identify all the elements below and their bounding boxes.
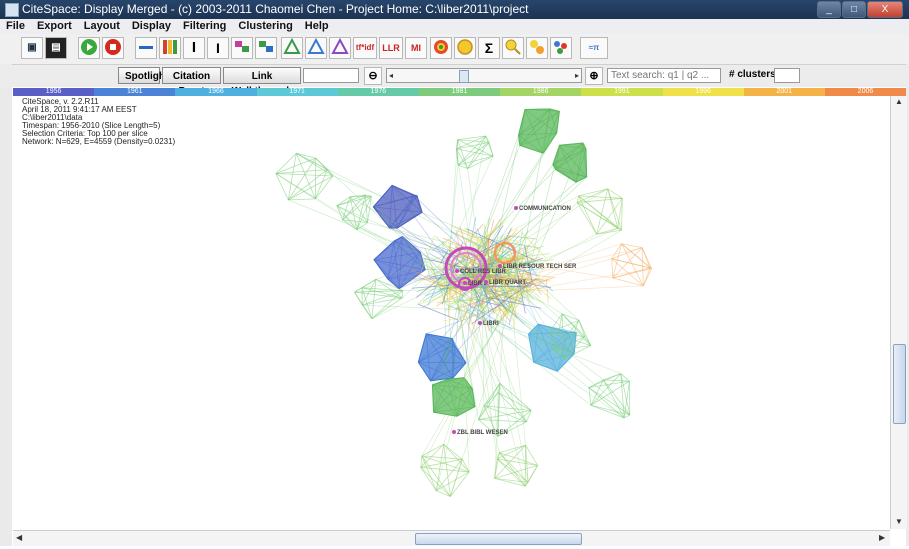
window-title: CiteSpace: Display Merged - (c) 2003-201…: [22, 2, 529, 16]
llr-icon[interactable]: LLR: [379, 37, 403, 59]
zoom-out-icon[interactable]: ⊖: [364, 67, 382, 85]
time-slider[interactable]: ◂ ▸: [386, 68, 582, 83]
timeline-year-1971: 1971: [256, 88, 338, 96]
vertical-scroll-thumb[interactable]: [893, 344, 906, 424]
menu-bar: File Export Layout Display Filtering Clu…: [0, 19, 909, 34]
network-graph[interactable]: COMMUNICATION COLL RES LIBRLIBR RESOUR TE…: [13, 96, 890, 529]
scroll-up-icon[interactable]: ▲: [895, 97, 903, 106]
timeline-year-1991: 1991: [581, 88, 663, 96]
text-search-input[interactable]: [607, 68, 721, 83]
node-label-communication: COMMUNICATION: [519, 206, 571, 212]
line-icon[interactable]: [135, 37, 157, 59]
menu-export[interactable]: Export: [31, 19, 78, 34]
timeline-year-1981: 1981: [418, 88, 501, 96]
clusters-label: # clusters: [729, 69, 776, 80]
horizontal-scroll-thumb[interactable]: [415, 533, 582, 545]
node-label-libr-resour-tech-ser: LIBR RESOUR TECH SER: [503, 264, 577, 270]
blank-field[interactable]: [303, 68, 359, 83]
title-bar: CiteSpace: Display Merged - (c) 2003-201…: [0, 0, 909, 19]
clusters-field[interactable]: [774, 68, 800, 83]
left-panel-edge: [0, 64, 12, 546]
scroll-right-icon[interactable]: ▶: [879, 533, 885, 542]
spectrum-icon[interactable]: ≈π: [580, 37, 608, 59]
slider-left-arrow-icon[interactable]: ◂: [389, 69, 393, 82]
vertical-scrollbar[interactable]: ▲ ▼: [890, 96, 907, 529]
horizontal-scrollbar[interactable]: ◀ ▶: [13, 530, 890, 546]
maximize-icon[interactable]: □: [842, 1, 866, 18]
menu-clustering[interactable]: Clustering: [232, 19, 298, 34]
grid-icon[interactable]: [159, 37, 181, 59]
menu-display[interactable]: Display: [126, 19, 177, 34]
node-dot: [478, 321, 482, 325]
info-text: CiteSpace, v. 2.2.R11 April 18, 2011 9:4…: [22, 98, 175, 146]
menu-file[interactable]: File: [0, 19, 31, 34]
cluster-green-icon[interactable]: [255, 37, 277, 59]
slider-right-arrow-icon[interactable]: ▸: [575, 69, 579, 82]
save-icon[interactable]: ▣: [21, 37, 43, 59]
minimize-icon[interactable]: _: [817, 1, 841, 18]
timeline-year-2001: 2001: [743, 88, 825, 96]
mi-icon[interactable]: MI: [405, 37, 427, 59]
timeline-year-1996: 1996: [662, 88, 744, 96]
window-controls: _ □ X: [817, 1, 903, 18]
app-icon: [5, 3, 19, 17]
scroll-down-icon[interactable]: ▼: [895, 517, 903, 526]
i-beam-icon[interactable]: I: [207, 37, 229, 59]
tfidf-icon[interactable]: tf*idf: [353, 37, 377, 59]
toolbar: ▣ ▤ I I tf*idf LLR MI Σ ≈π: [0, 34, 909, 65]
close-icon[interactable]: X: [867, 1, 903, 18]
play-icon[interactable]: [78, 37, 100, 59]
node-label-libr-quart: LIBR QUART: [489, 280, 526, 286]
control-bar: Spotlight Citation Burst Link Walkthroug…: [0, 65, 909, 97]
network-canvas[interactable]: COMMUNICATION COLL RES LIBR LIBR RESOUR TE…: [13, 96, 890, 529]
cluster-blob: [372, 184, 423, 229]
menu-layout[interactable]: Layout: [78, 19, 126, 34]
triangle-blue-icon[interactable]: [305, 37, 327, 59]
node-dot: [498, 264, 502, 268]
dots-icon[interactable]: [550, 37, 572, 59]
timeline-year-1976: 1976: [337, 88, 419, 96]
sigma-icon[interactable]: Σ: [478, 37, 500, 59]
node-label-coll-res-libr: COLL RES LIBR: [460, 269, 507, 275]
node-label-libri: LIBRI: [483, 321, 499, 327]
node-dot: [484, 280, 488, 284]
spotlight-button[interactable]: Spotlight: [118, 67, 168, 84]
ring-icon[interactable]: [430, 37, 452, 59]
timeline-year-1961: 1961: [94, 88, 176, 96]
node-dot: [455, 269, 459, 273]
citation-burst-button[interactable]: Citation Burst: [162, 67, 221, 97]
node-dot: [463, 281, 467, 285]
ring-yellow-icon[interactable]: [454, 37, 476, 59]
node-dot: [452, 430, 456, 434]
triangle-green-icon[interactable]: [281, 37, 303, 59]
stop-icon[interactable]: [102, 37, 124, 59]
cluster-blob: [518, 108, 560, 154]
menu-help[interactable]: Help: [299, 19, 335, 34]
search-yellow-icon[interactable]: [502, 37, 524, 59]
bold-i-icon[interactable]: I: [183, 37, 205, 59]
zoom-in-icon[interactable]: ⊕: [585, 67, 603, 85]
link-walkthrough-button[interactable]: Link Walkthrough: [223, 67, 301, 97]
scroll-left-icon[interactable]: ◀: [16, 533, 22, 542]
timeline-year-1986: 1986: [500, 88, 582, 96]
info-network: Network: N=629, E=4559 (Density=0.0231): [22, 137, 176, 146]
clapper-icon[interactable]: ▤: [45, 37, 67, 59]
node-label-zbl-bibl-wesen: ZBL BIBL WESEN: [457, 430, 508, 436]
timeline-strip: 1956 1961 1966 1971 1976 1981 1986 1991 1996 2001…: [13, 88, 907, 96]
timeline-year-1966: 1966: [175, 88, 257, 96]
menu-filtering[interactable]: Filtering: [177, 19, 232, 34]
chain-icon[interactable]: [526, 37, 548, 59]
timeline-year-1956: 1956: [13, 88, 95, 96]
node-dot: [514, 206, 518, 210]
cluster-pink-icon[interactable]: [231, 37, 253, 59]
triangle-purple-icon[interactable]: [329, 37, 351, 59]
timeline-year-2006: 2006: [824, 88, 907, 96]
slider-thumb[interactable]: [459, 70, 469, 83]
